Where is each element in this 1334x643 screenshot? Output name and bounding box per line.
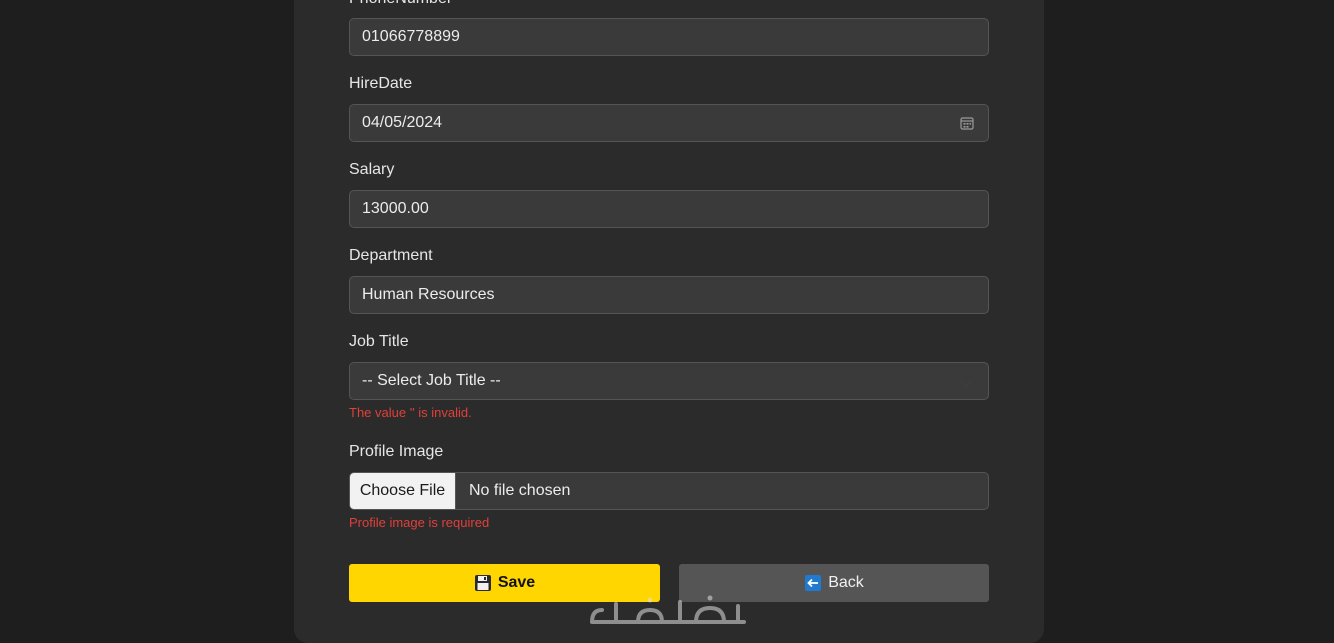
back-label: Back: [828, 574, 864, 591]
floppy-disk-icon: [474, 575, 491, 591]
salary-label: Salary: [349, 161, 395, 178]
profile-image-error: Profile image is required: [349, 515, 490, 530]
phone-input[interactable]: 01066778899: [349, 18, 989, 56]
save-label: Save: [497, 574, 536, 591]
department-input[interactable]: Human Resources: [349, 276, 989, 314]
salary-input[interactable]: 13000.00: [349, 190, 989, 228]
phone-label: PhoneNumber: [349, 0, 452, 8]
profile-image-input[interactable]: Choose File No file chosen: [349, 472, 989, 510]
hire-date-input[interactable]: 04/05/2024: [349, 104, 989, 142]
calendar-icon[interactable]: [960, 116, 974, 130]
hire-date-value: 04/05/2024: [362, 114, 443, 131]
choose-file-button[interactable]: Choose File: [350, 473, 456, 509]
job-title-selected: -- Select Job Title --: [362, 372, 501, 389]
chevron-down-icon: [960, 376, 972, 388]
form-card: [294, 0, 1044, 643]
job-title-select[interactable]: -- Select Job Title --: [349, 362, 989, 400]
department-label: Department: [349, 247, 433, 264]
hire-date-label: HireDate: [349, 75, 413, 92]
left-arrow-icon: [805, 575, 822, 591]
job-title-error: The value '' is invalid.: [349, 405, 472, 420]
profile-image-label: Profile Image: [349, 443, 444, 460]
job-title-label: Job Title: [349, 333, 409, 350]
watermark-logo: [590, 595, 746, 624]
file-status: No file chosen: [469, 482, 571, 499]
